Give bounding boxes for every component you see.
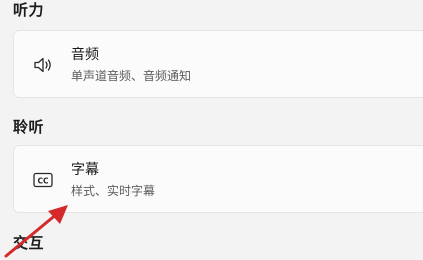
svg-text:CC: CC [37, 176, 49, 185]
section-header-hearing: 听力 [13, 1, 45, 19]
audio-settings-card[interactable]: 音频 单声道音频、音频通知 [13, 30, 423, 98]
captions-subtitle: 样式、实时字幕 [71, 184, 156, 198]
closed-captions-icon: CC [32, 169, 54, 191]
section-header-interaction: 交互 [13, 234, 45, 252]
captions-title: 字幕 [71, 162, 99, 178]
speaker-icon [32, 54, 54, 76]
captions-settings-card[interactable]: CC 字幕 样式、实时字幕 [13, 145, 423, 213]
audio-title: 音频 [71, 47, 99, 63]
section-header-listen: 聆听 [13, 118, 45, 136]
audio-subtitle: 单声道音频、音频通知 [71, 69, 192, 83]
